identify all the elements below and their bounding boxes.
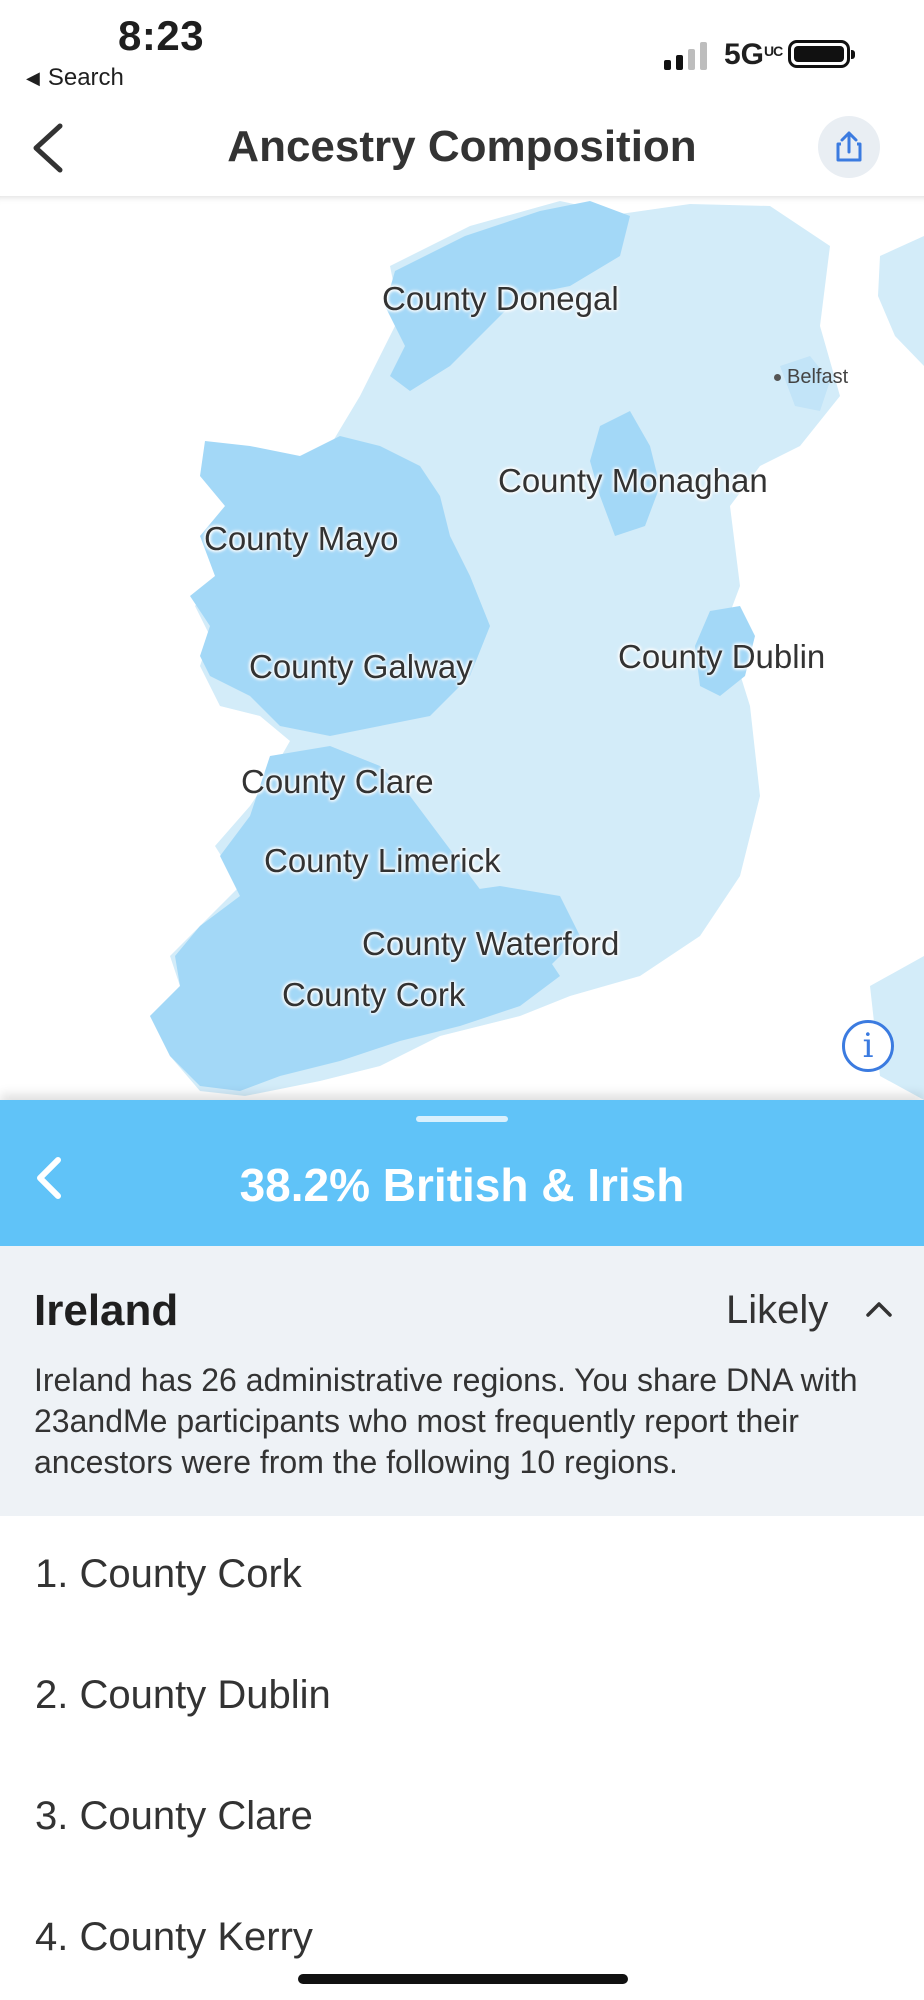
status-time: 8:23 bbox=[118, 12, 205, 59]
map-label-dublin[interactable]: County Dublin bbox=[618, 638, 825, 676]
info-button[interactable]: i bbox=[842, 1020, 894, 1072]
map-label-limerick[interactable]: County Limerick bbox=[264, 842, 501, 880]
signal-strength-icon bbox=[664, 40, 707, 70]
share-icon bbox=[836, 131, 862, 162]
status-bar: 8:23 ◀ Search 5GUC bbox=[0, 0, 924, 100]
chevron-up-icon[interactable] bbox=[864, 1298, 894, 1320]
ancestry-map[interactable]: County Donegal Belfast County Monaghan C… bbox=[0, 196, 924, 1100]
list-item[interactable]: 1. County Cork bbox=[0, 1516, 924, 1637]
map-label-donegal[interactable]: County Donegal bbox=[382, 280, 619, 318]
region-detail-panel: Ireland Likely Ireland has 26 administra… bbox=[0, 1246, 924, 1516]
map-label-cork[interactable]: County Cork bbox=[282, 976, 465, 1014]
region-name: Ireland bbox=[34, 1286, 179, 1335]
back-app-label: Search bbox=[47, 64, 124, 91]
list-item[interactable]: 2. County Dublin bbox=[0, 1637, 924, 1758]
nav-bar: Ancestry Composition bbox=[0, 100, 924, 196]
info-icon: i bbox=[862, 1026, 874, 1066]
region-description: Ireland has 26 administrative regions. Y… bbox=[34, 1362, 858, 1480]
ancestry-percentage-title: 38.2% British & Irish bbox=[239, 1159, 685, 1211]
map-label-waterford[interactable]: County Waterford bbox=[362, 925, 619, 963]
network-type: 5G bbox=[724, 38, 765, 71]
back-triangle-icon: ◀ bbox=[26, 67, 40, 88]
confidence-label[interactable]: Likely bbox=[726, 1288, 828, 1333]
city-label: Belfast bbox=[787, 366, 849, 388]
map-label-monaghan[interactable]: County Monaghan bbox=[498, 462, 768, 500]
battery-icon bbox=[788, 40, 855, 68]
network-sup: UC bbox=[764, 43, 783, 59]
drag-handle[interactable] bbox=[416, 1116, 508, 1122]
network-indicator: 5GUC bbox=[724, 38, 783, 72]
map-label-clare[interactable]: County Clare bbox=[241, 763, 434, 801]
back-to-app-link[interactable]: ◀ Search bbox=[26, 64, 124, 92]
list-item[interactable]: 3. County Clare bbox=[0, 1758, 924, 1879]
map-city-belfast: Belfast bbox=[774, 366, 848, 389]
regions-list: 1. County Cork 2. County Dublin 3. Count… bbox=[0, 1516, 924, 2000]
page-title: Ancestry Composition bbox=[227, 122, 697, 171]
city-dot-icon bbox=[774, 374, 781, 381]
share-button[interactable] bbox=[818, 116, 880, 178]
map-label-galway[interactable]: County Galway bbox=[249, 648, 473, 686]
map-label-mayo[interactable]: County Mayo bbox=[204, 520, 398, 558]
ancestry-sheet-header[interactable]: 38.2% British & Irish bbox=[0, 1100, 924, 1246]
home-indicator[interactable] bbox=[298, 1974, 628, 1984]
